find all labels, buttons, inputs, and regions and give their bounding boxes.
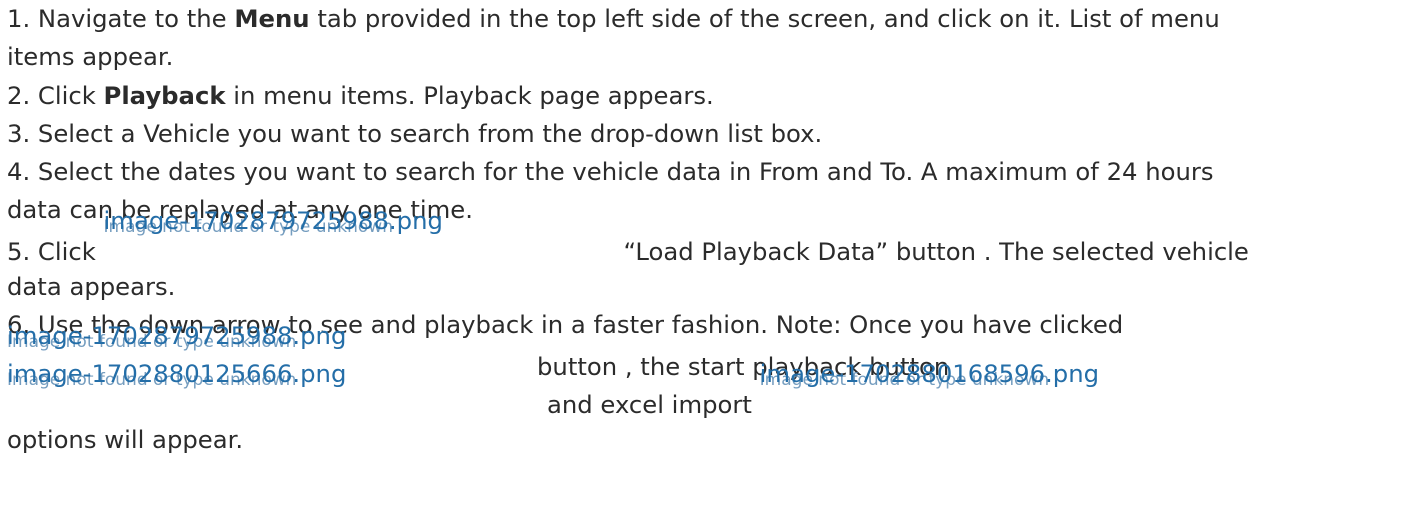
load-playback-image-link[interactable]: Image not found or type unknown image-170… bbox=[104, 206, 624, 260]
step-3: 3. Select a Vehicle you want to search f… bbox=[7, 118, 823, 148]
step-5-line-2: data appears. bbox=[7, 272, 176, 302]
step-1-line-1: 1. Navigate to the Menu tab provided in … bbox=[7, 4, 1220, 33]
step-4-line-1: 4. Select the dates you want to search f… bbox=[7, 157, 1214, 187]
step-2: 2. Click Playback in menu items. Playbac… bbox=[7, 80, 714, 110]
start-playback-image-link[interactable]: Image not found or type unknown image-170… bbox=[7, 359, 547, 413]
excel-import-image-link[interactable]: Image not found or type unknown image-170… bbox=[760, 359, 1099, 413]
step-6-line-3: Image not found or type unknown image-170… bbox=[7, 358, 1100, 419]
playback-term: Playback bbox=[103, 80, 226, 110]
menu-term: Menu bbox=[234, 4, 310, 33]
instruction-document: 1. Navigate to the Menu tab provided in … bbox=[0, 0, 1417, 460]
step-6-line-4: options will appear. bbox=[7, 425, 244, 455]
step-5-line-1: 5. Click Image not found or type unknown… bbox=[7, 205, 1249, 266]
step-1-line-2: items appear. bbox=[7, 42, 174, 72]
